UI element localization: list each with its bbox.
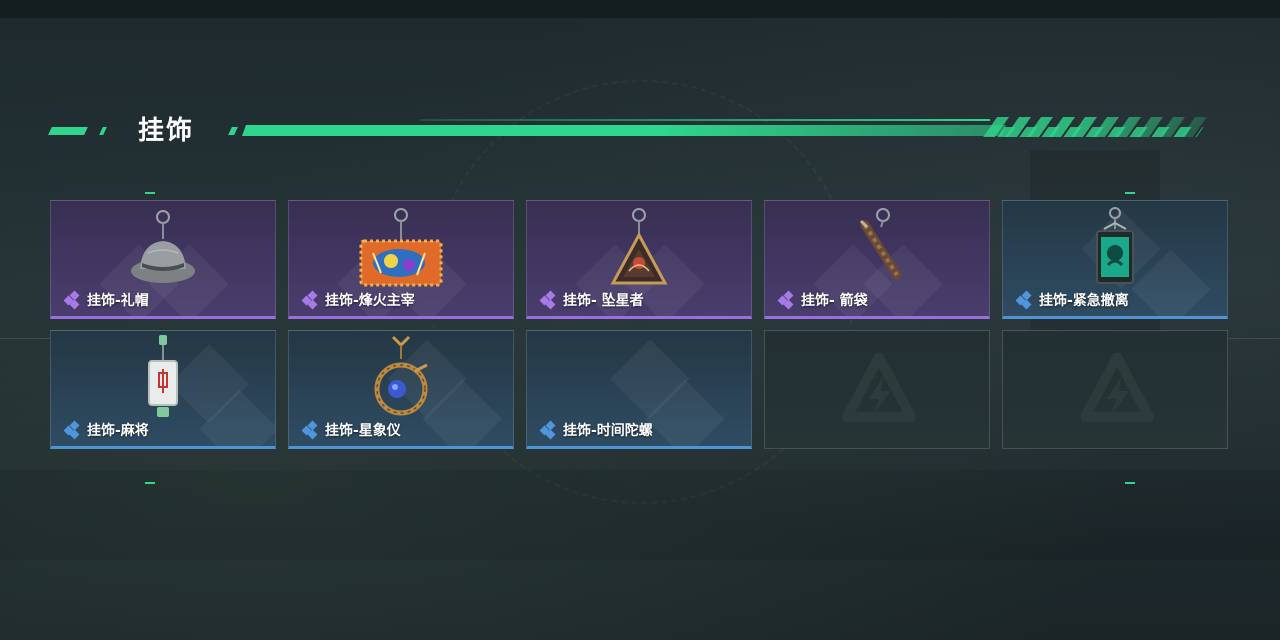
game-logo-placeholder-icon — [1081, 353, 1153, 422]
charm-label-row: 挂饰- 坠星者 — [539, 290, 644, 310]
charm-name: 挂饰-礼帽 — [87, 293, 149, 309]
corner-tick — [1125, 192, 1135, 194]
background-ground — [0, 470, 1280, 560]
charm-name: 挂饰-烽火主宰 — [325, 293, 415, 309]
charm-label-row: 挂饰-紧急撤离 — [1015, 290, 1129, 310]
charm-collection-screen: 挂饰 挂饰-礼帽 挂饰-烽火主宰 挂饰- 坠星者 挂饰- 箭袋 挂饰-紧急撤离 … — [0, 0, 1280, 640]
game-logo-placeholder-icon — [843, 353, 915, 422]
corner-tick — [1125, 482, 1135, 484]
rarity-gem-icon — [63, 290, 83, 310]
header-accent-right — [228, 127, 238, 135]
rarity-gem-icon — [63, 420, 83, 440]
charm-card[interactable]: 挂饰-星象仪 — [288, 330, 514, 449]
rarity-gem-icon — [301, 420, 321, 440]
corner-tick — [145, 482, 155, 484]
beacon-banner-charm-icon — [359, 208, 443, 287]
charm-name: 挂饰-时间陀螺 — [563, 423, 653, 439]
charm-card[interactable]: 挂饰-礼帽 — [50, 200, 276, 319]
side-rail-right — [1229, 338, 1280, 339]
rarity-gem-icon — [777, 290, 797, 310]
charm-label-row: 挂饰-烽火主宰 — [301, 290, 415, 310]
empty-charm-slot[interactable] — [764, 330, 990, 449]
header-accent-left — [48, 127, 88, 135]
triangle-pendant-charm-icon — [610, 208, 668, 285]
empty-charm-slot[interactable] — [1002, 330, 1228, 449]
header-checker-pattern-lower — [986, 127, 1204, 137]
fedora-hat-charm-icon — [131, 210, 195, 283]
charm-name: 挂饰- 坠星者 — [563, 293, 644, 309]
charm-name: 挂饰-紧急撤离 — [1039, 293, 1129, 309]
astrolabe-charm-icon — [374, 335, 428, 416]
charm-name: 挂饰-星象仪 — [325, 423, 401, 439]
rarity-gem-icon — [539, 290, 559, 310]
header-thin-line — [420, 119, 990, 121]
charm-name: 挂饰- 箭袋 — [801, 293, 868, 309]
charm-label-row: 挂饰-麻将 — [63, 420, 149, 440]
header-bar — [241, 125, 1007, 136]
charm-card[interactable]: 挂饰-烽火主宰 — [288, 200, 514, 319]
charm-label-row: 挂饰- 箭袋 — [777, 290, 868, 310]
charm-label-row: 挂饰-礼帽 — [63, 290, 149, 310]
charm-label-row: 挂饰-时间陀螺 — [539, 420, 653, 440]
corner-tick — [145, 192, 155, 194]
charm-card[interactable]: 挂饰-麻将 — [50, 330, 276, 449]
charm-label-row: 挂饰-星象仪 — [301, 420, 401, 440]
charm-card[interactable]: 挂饰- 坠星者 — [526, 200, 752, 319]
charm-card[interactable]: 挂饰-紧急撤离 — [1002, 200, 1228, 319]
mahjong-tile-charm-icon — [148, 335, 178, 417]
page-title: 挂饰 — [138, 116, 195, 146]
green-box-charm-icon — [1096, 207, 1134, 284]
charm-name: 挂饰-麻将 — [87, 423, 149, 439]
quiver-charm-icon — [859, 208, 902, 280]
rarity-gem-icon — [1015, 290, 1035, 310]
rarity-gem-icon — [539, 420, 559, 440]
header-accent-small — [99, 127, 107, 135]
top-strip — [0, 0, 1280, 18]
charm-card[interactable]: 挂饰-时间陀螺 — [526, 330, 752, 449]
charm-card[interactable]: 挂饰- 箭袋 — [764, 200, 990, 319]
side-rail-left — [0, 338, 50, 339]
rarity-gem-icon — [301, 290, 321, 310]
